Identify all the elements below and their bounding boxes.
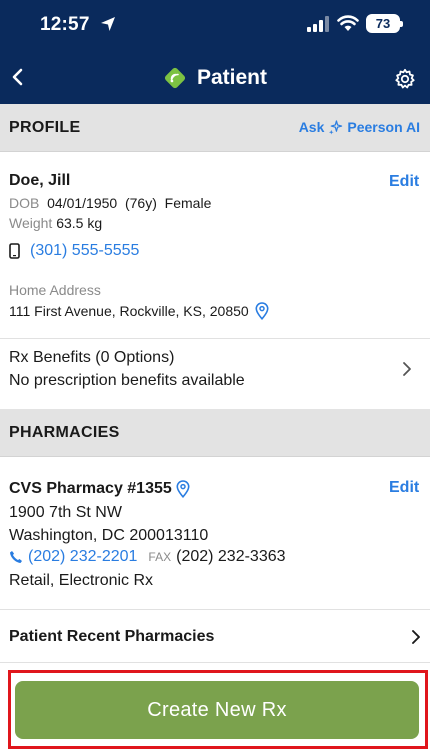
pharmacy-city-line: Washington, DC 200013110: [9, 527, 209, 544]
dob-value: 04/01/1950: [47, 195, 118, 211]
home-address-label: Home Address: [9, 282, 101, 298]
weight-value: 63.5 kg: [56, 215, 103, 231]
app-logo-icon: [164, 67, 186, 89]
dob-row: DOB 04/01/1950 (76y) Female: [9, 195, 211, 211]
status-bar: 12:57 73: [0, 0, 430, 52]
signal-icon: [307, 16, 329, 32]
profile-section-header: PROFILE Ask Peerson AI: [0, 104, 430, 152]
ask-prefix: Ask: [298, 119, 325, 135]
mobile-phone-icon: [9, 243, 20, 259]
map-pin-icon[interactable]: [176, 480, 190, 498]
patient-phone-link[interactable]: (301) 555-5555: [30, 242, 139, 260]
location-arrow-icon: [101, 17, 115, 31]
back-chevron-icon[interactable]: [8, 64, 28, 90]
edit-profile-link[interactable]: Edit: [389, 173, 419, 191]
nav-title-group: Patient: [0, 52, 430, 104]
weight-label: Weight: [9, 215, 53, 231]
pharmacy-fax-value: (202) 232-3363: [176, 548, 286, 565]
create-new-rx-button[interactable]: Create New Rx: [15, 681, 419, 739]
rx-benefits-title: Rx Benefits (0 Options): [9, 349, 175, 366]
sex-value: Female: [164, 195, 212, 211]
ask-peerson-ai-link[interactable]: Ask Peerson AI: [299, 119, 420, 135]
divider: [0, 662, 430, 663]
patient-name: Doe, Jill: [9, 172, 71, 189]
pharmacy-type: Retail, Electronic Rx: [9, 572, 154, 589]
ask-suffix: Peerson AI: [347, 119, 420, 135]
rx-benefits-subtitle: No prescription benefits available: [9, 372, 245, 389]
pharmacy-name: CVS Pharmacy #1355: [9, 480, 172, 497]
patient-phone-row: (301) 555-5555: [9, 242, 139, 260]
profile-section-title: PROFILE: [9, 119, 81, 136]
chevron-right-icon: [412, 630, 420, 644]
nav-bar: Patient: [0, 52, 430, 104]
divider: [0, 609, 430, 610]
pharmacy-street: 1900 7th St NW: [9, 504, 122, 521]
phone-icon: [10, 551, 22, 563]
home-address-row: 111 First Avenue, Rockville, KS, 20850: [9, 302, 269, 320]
pharmacy-contact-row: (202) 232-2201 FAX (202) 232-3363: [9, 548, 286, 566]
pharmacies-section-header: PHARMACIES: [0, 409, 430, 457]
wifi-icon: [337, 15, 359, 31]
sparkle-icon: [329, 119, 343, 135]
age-value: (76y): [124, 195, 157, 211]
fax-label: FAX: [148, 550, 172, 564]
edit-pharmacy-link[interactable]: Edit: [389, 479, 419, 497]
home-address-value: 111 First Avenue, Rockville, KS, 20850: [9, 303, 249, 319]
pharmacies-section-title: PHARMACIES: [9, 424, 120, 441]
weight-row: Weight 63.5 kg: [9, 215, 102, 231]
top-bar: 12:57 73 Patient: [0, 0, 430, 104]
battery-icon: 73: [366, 14, 403, 33]
pharmacy-phone-link[interactable]: (202) 232-2201: [28, 548, 137, 566]
page-title: Patient: [196, 66, 267, 89]
status-time: 12:57: [40, 14, 90, 35]
gear-icon[interactable]: [394, 68, 416, 90]
dob-label: DOB: [9, 195, 40, 211]
pharmacy-name-row: CVS Pharmacy #1355: [9, 480, 190, 498]
map-pin-icon[interactable]: [255, 302, 269, 320]
chevron-right-icon: [403, 362, 411, 376]
recent-pharmacies-label: Patient Recent Pharmacies: [9, 628, 215, 645]
divider: [0, 338, 430, 339]
